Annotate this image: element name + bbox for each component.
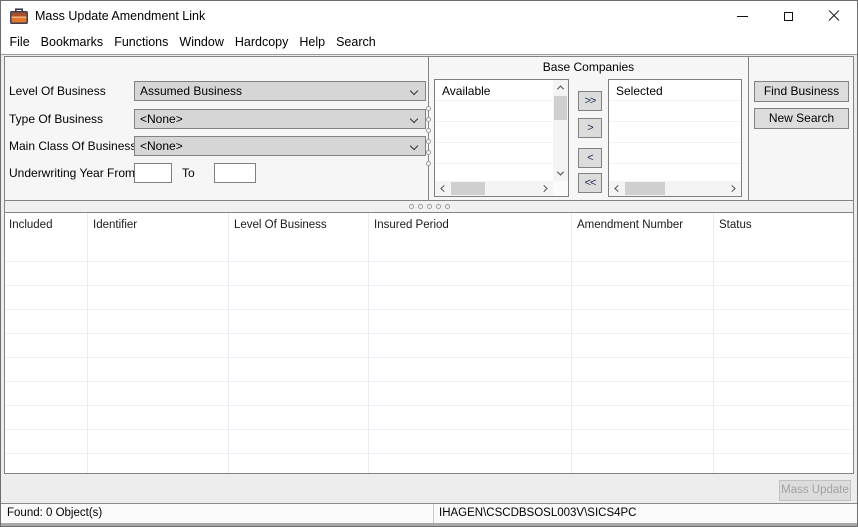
- chevron-left-icon: [440, 185, 447, 192]
- column-header-status[interactable]: Status: [719, 213, 752, 238]
- type-of-business-value: <None>: [140, 112, 183, 126]
- scroll-left-button[interactable]: [609, 181, 624, 196]
- minimize-icon: [737, 16, 748, 17]
- chevron-left-icon: [614, 185, 621, 192]
- menu-bar: File Bookmarks Functions Window Hardcopy…: [1, 31, 857, 54]
- level-of-business-label: Level Of Business: [9, 81, 106, 101]
- chevron-down-icon: [410, 142, 418, 150]
- maximize-icon: [784, 12, 793, 21]
- results-table: Included Identifier Level Of Business In…: [4, 212, 854, 474]
- underwriting-year-to-input[interactable]: [214, 163, 256, 183]
- type-of-business-select[interactable]: <None>: [134, 109, 426, 129]
- horizontal-splitter-grip[interactable]: [4, 201, 854, 212]
- column-header-level-of-business[interactable]: Level Of Business: [234, 213, 327, 238]
- available-companies-list[interactable]: Available: [434, 79, 569, 197]
- status-bar: Found: 0 Object(s) IHAGEN\CSCDBSOSL003V\…: [1, 503, 857, 523]
- scroll-left-button[interactable]: [435, 181, 450, 196]
- briefcase-icon: [10, 8, 28, 24]
- column-header-insured-period[interactable]: Insured Period: [374, 213, 449, 238]
- status-connection-info: IHAGEN\CSCDBSOSL003V\SICS4PC: [439, 504, 637, 523]
- horizontal-scrollbar-thumb[interactable]: [451, 182, 485, 195]
- column-header-identifier[interactable]: Identifier: [93, 213, 137, 238]
- grip-dot-icon: [445, 204, 450, 209]
- level-of-business-value: Assumed Business: [140, 84, 242, 98]
- menu-item-help[interactable]: Help: [294, 31, 331, 54]
- taskbar-edge: [1, 523, 857, 527]
- level-of-business-select[interactable]: Assumed Business: [134, 81, 426, 101]
- grip-dot-icon: [426, 161, 431, 166]
- close-button[interactable]: [811, 1, 857, 31]
- underwriting-year-from-label: Underwriting Year From: [9, 163, 135, 183]
- grip-dot-icon: [409, 204, 414, 209]
- chevron-down-icon: [410, 115, 418, 123]
- menu-item-search[interactable]: Search: [331, 31, 382, 54]
- grip-dot-icon: [426, 106, 431, 111]
- underwriting-year-from-input[interactable]: [134, 163, 172, 183]
- menu-item-hardcopy[interactable]: Hardcopy: [229, 31, 294, 54]
- menu-item-bookmarks[interactable]: Bookmarks: [35, 31, 109, 54]
- type-of-business-label: Type Of Business: [9, 109, 103, 129]
- selected-horizontal-scrollbar[interactable]: [609, 181, 741, 196]
- scroll-right-button[interactable]: [538, 181, 553, 196]
- column-header-amendment-number[interactable]: Amendment Number: [577, 213, 683, 238]
- grip-dot-icon: [418, 204, 423, 209]
- selected-companies-list[interactable]: Selected: [608, 79, 742, 197]
- underwriting-year-to-label: To: [182, 163, 195, 183]
- close-icon: [828, 10, 840, 22]
- app-window: Mass Update Amendment Link File Bookmark…: [0, 0, 858, 527]
- grip-dot-icon: [426, 150, 431, 155]
- vertical-separator: [748, 57, 749, 200]
- menu-item-functions[interactable]: Functions: [109, 31, 174, 54]
- column-header-included[interactable]: Included: [9, 213, 52, 238]
- status-found-count: Found: 0 Object(s): [7, 504, 102, 523]
- base-companies-title: Base Companies: [429, 60, 748, 74]
- maximize-button[interactable]: [765, 1, 811, 31]
- add-button[interactable]: >: [578, 118, 602, 138]
- grip-dot-icon: [426, 117, 431, 122]
- find-business-button[interactable]: Find Business: [754, 81, 849, 102]
- menu-item-window[interactable]: Window: [174, 31, 229, 54]
- chevron-right-icon: [729, 185, 736, 192]
- main-class-of-business-select[interactable]: <None>: [134, 136, 426, 156]
- remove-all-button[interactable]: <<: [578, 173, 602, 193]
- remove-button[interactable]: <: [578, 148, 602, 168]
- menu-item-file[interactable]: File: [4, 31, 35, 54]
- available-horizontal-scrollbar[interactable]: [435, 181, 553, 196]
- grip-dot-icon: [426, 128, 431, 133]
- scroll-up-button[interactable]: [553, 80, 568, 95]
- main-class-of-business-value: <None>: [140, 139, 183, 153]
- grip-dot-icon: [426, 139, 431, 144]
- new-search-button[interactable]: New Search: [754, 108, 849, 129]
- minimize-button[interactable]: [719, 1, 765, 31]
- vertical-scrollbar-thumb[interactable]: [554, 96, 567, 120]
- search-criteria-panel: Level Of Business Assumed Business Type …: [4, 56, 854, 201]
- add-all-button[interactable]: >>: [578, 91, 602, 111]
- window-title: Mass Update Amendment Link: [35, 1, 205, 31]
- scrollbar-corner: [553, 181, 568, 196]
- scroll-down-button[interactable]: [553, 166, 568, 181]
- title-bar: Mass Update Amendment Link: [1, 1, 857, 31]
- available-vertical-scrollbar[interactable]: [553, 80, 568, 181]
- table-body-empty: [5, 238, 853, 473]
- main-class-of-business-label: Main Class Of Business: [9, 136, 136, 156]
- chevron-right-icon: [541, 185, 548, 192]
- grip-dot-icon: [427, 204, 432, 209]
- chevron-down-icon: [410, 87, 418, 95]
- chevron-down-icon: [557, 169, 564, 176]
- grip-dot-icon: [436, 204, 441, 209]
- horizontal-scrollbar-thumb[interactable]: [625, 182, 665, 195]
- status-bar-divider: [433, 504, 434, 523]
- chevron-up-icon: [557, 85, 564, 92]
- mass-update-button[interactable]: Mass Update: [779, 480, 851, 501]
- available-label: Available: [442, 84, 490, 98]
- scroll-right-button[interactable]: [726, 181, 741, 196]
- window-controls: [719, 1, 857, 31]
- vertical-splitter-grip[interactable]: [426, 106, 431, 166]
- selected-label: Selected: [616, 84, 663, 98]
